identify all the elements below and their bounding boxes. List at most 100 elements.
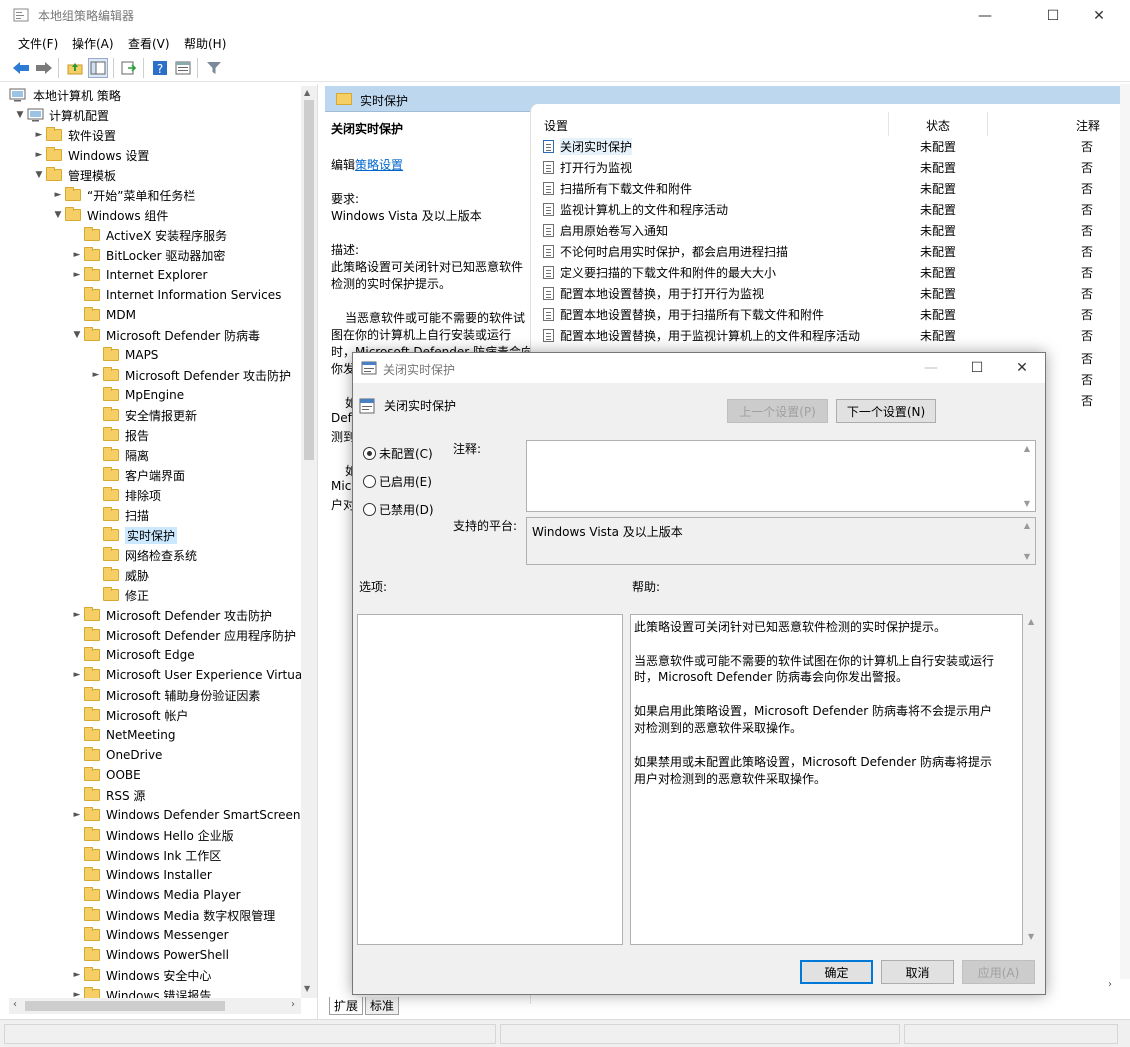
column-header-state[interactable]: 状态 — [926, 117, 950, 134]
scroll-thumb[interactable] — [304, 100, 314, 460]
ok-button[interactable]: 确定 — [800, 960, 873, 984]
tree-item-defender-child[interactable]: 安全情报更新 — [89, 405, 197, 425]
tree-item-component[interactable]: Microsoft Edge — [70, 645, 195, 665]
column-divider[interactable] — [888, 112, 889, 136]
maximize-button[interactable]: ☐ — [1030, 0, 1076, 31]
tree-item-component[interactable]: Windows Installer — [70, 865, 212, 885]
scroll-up-icon[interactable]: ▲ — [304, 88, 310, 97]
tree-item-component[interactable]: Internet Information Services — [70, 285, 281, 305]
setting-row[interactable]: 配置本地设置替换，用于监视计算机上的文件和程序活动 未配置 否 — [531, 325, 1121, 346]
dialog-maximize-button[interactable]: ☐ — [955, 353, 999, 383]
setting-row[interactable]: 监视计算机上的文件和程序活动 未配置 否 — [531, 199, 1121, 220]
menu-file[interactable]: 文件(F) — [18, 35, 58, 52]
tree-item-component[interactable]: ► Internet Explorer — [70, 265, 207, 285]
previous-setting-button[interactable]: 上一个设置(P) — [727, 399, 828, 423]
tree-item-defender-child[interactable]: 隔离 — [89, 445, 149, 465]
chevron-down-icon[interactable]: ▼ — [70, 330, 84, 340]
tree-item-component[interactable]: ActiveX 安装程序服务 — [70, 225, 227, 245]
tree-item-component[interactable]: ► Windows Defender SmartScreen — [70, 805, 301, 825]
scroll-down-icon[interactable]: ▼ — [1019, 552, 1035, 561]
column-header-setting[interactable]: 设置 — [544, 117, 568, 134]
dialog-minimize-button[interactable]: — — [909, 353, 953, 383]
up-level-button[interactable] — [65, 58, 85, 78]
scroll-up-icon[interactable]: ▲ — [1019, 444, 1035, 453]
tree-item-component[interactable]: Windows Hello 企业版 — [70, 825, 234, 845]
filter-button[interactable] — [204, 58, 224, 78]
tree-item-component[interactable]: ► BitLocker 驱动器加密 — [70, 245, 225, 265]
tree-item-component[interactable]: Microsoft 辅助身份验证因素 — [70, 685, 260, 705]
radio-disabled[interactable]: 已禁用(D) — [363, 501, 434, 518]
help-button[interactable]: ? — [150, 58, 170, 78]
menu-view[interactable]: 查看(V) — [128, 35, 170, 52]
chevron-down-icon[interactable]: ▼ — [32, 170, 46, 180]
comment-textarea[interactable]: ▲ ▼ — [526, 440, 1036, 512]
tree-item-defender-child[interactable]: 客户端界面 — [89, 465, 185, 485]
radio-not-configured[interactable]: 未配置(C) — [363, 445, 433, 462]
chevron-right-icon[interactable]: ► — [70, 250, 84, 260]
chevron-down-icon[interactable]: ▼ — [13, 110, 27, 120]
tree-item-component[interactable]: RSS 源 — [70, 785, 145, 805]
tree-item-computer-config[interactable]: ▼ 计算机配置 — [13, 105, 109, 125]
tree-item-defender-child[interactable]: 网络检查系统 — [89, 545, 197, 565]
tree-item-component[interactable]: Windows Media 数字权限管理 — [70, 905, 275, 925]
menu-action[interactable]: 操作(A) — [72, 35, 114, 52]
scroll-right-icon[interactable]: › — [1108, 979, 1112, 990]
apply-button[interactable]: 应用(A) — [962, 960, 1035, 984]
tree-vertical-scrollbar[interactable]: ▲ ▼ — [301, 86, 317, 998]
tree-item-software-settings[interactable]: ► 软件设置 — [32, 125, 116, 145]
tree-item-component[interactable]: MDM — [70, 305, 136, 325]
tab-extended[interactable]: 扩展 — [329, 997, 364, 1015]
export-list-button[interactable] — [119, 58, 139, 78]
setting-row[interactable]: 打开行为监视 未配置 否 — [531, 157, 1121, 178]
chevron-right-icon[interactable]: ► — [32, 130, 46, 140]
tree-item-component[interactable]: Microsoft 帐户 — [70, 705, 188, 725]
tree-item-realtime-protection[interactable]: 实时保护 — [89, 525, 178, 545]
tree-item-defender-child[interactable]: 扫描 — [89, 505, 149, 525]
scroll-thumb[interactable] — [25, 1001, 225, 1011]
tree-item-root[interactable]: 本地计算机 策略 — [9, 85, 121, 105]
chevron-right-icon[interactable]: ► — [89, 370, 103, 380]
next-setting-button[interactable]: 下一个设置(N) — [836, 399, 936, 423]
tree-item-defender-antivirus[interactable]: ▼ Microsoft Defender 防病毒 — [70, 325, 260, 345]
tree-item-component[interactable]: ► Windows 安全中心 — [70, 965, 211, 985]
close-button[interactable]: ✕ — [1076, 0, 1122, 31]
tree-item-defender-child[interactable]: ► Microsoft Defender 攻击防护 — [89, 365, 291, 385]
column-divider[interactable] — [987, 112, 988, 136]
show-hide-tree-button[interactable] — [88, 58, 108, 78]
tree-item-component[interactable]: Microsoft Defender 应用程序防护 — [70, 625, 296, 645]
scroll-up-icon[interactable]: ▲ — [1019, 521, 1035, 530]
tree-item-defender-child[interactable]: MAPS — [89, 345, 158, 365]
chevron-right-icon[interactable]: ► — [51, 190, 65, 200]
tree-item-windows-settings[interactable]: ► Windows 设置 — [32, 145, 149, 165]
cancel-button[interactable]: 取消 — [881, 960, 954, 984]
setting-row[interactable]: 定义要扫描的下载文件和附件的最大大小 未配置 否 — [531, 262, 1121, 283]
minimize-button[interactable]: — — [962, 0, 1008, 31]
chevron-right-icon[interactable]: ► — [70, 610, 84, 620]
chevron-right-icon[interactable]: ► — [70, 970, 84, 980]
scroll-left-icon[interactable]: ‹ — [13, 999, 17, 1010]
tree-item-defender-child[interactable]: MpEngine — [89, 385, 184, 405]
tree-item-component[interactable]: ► Microsoft User Experience Virtua — [70, 665, 302, 685]
menu-help[interactable]: 帮助(H) — [184, 35, 226, 52]
setting-row[interactable]: 配置本地设置替换，用于打开行为监视 未配置 否 — [531, 283, 1121, 304]
chevron-right-icon[interactable]: ► — [70, 670, 84, 680]
tree-item-component[interactable]: Windows Ink 工作区 — [70, 845, 221, 865]
forward-button[interactable] — [34, 58, 54, 78]
platform-scrollbar[interactable]: ▲ ▼ — [1019, 518, 1035, 564]
chevron-right-icon[interactable]: ► — [70, 810, 84, 820]
properties-button[interactable] — [173, 58, 193, 78]
help-scrollbar[interactable]: ▲ ▼ — [1025, 614, 1041, 945]
setting-row[interactable]: 启用原始卷写入通知 未配置 否 — [531, 220, 1121, 241]
scroll-down-icon[interactable]: ▼ — [304, 984, 310, 993]
tab-standard[interactable]: 标准 — [365, 997, 400, 1015]
scroll-right-icon[interactable]: › — [291, 999, 295, 1010]
edit-policy-link[interactable]: 策略设置 — [355, 158, 403, 172]
scroll-up-icon[interactable]: ▲ — [1028, 617, 1034, 626]
tree-item-component[interactable]: NetMeeting — [70, 725, 175, 745]
setting-row[interactable]: 关闭实时保护 未配置 否 — [531, 136, 1121, 157]
tree-item-component[interactable]: Windows Media Player — [70, 885, 241, 905]
comment-scrollbar[interactable]: ▲ ▼ — [1019, 441, 1035, 511]
setting-row[interactable]: 不论何时启用实时保护，都会启用进程扫描 未配置 否 — [531, 241, 1121, 262]
tree-item-component[interactable]: OneDrive — [70, 745, 162, 765]
scroll-down-icon[interactable]: ▼ — [1019, 499, 1035, 508]
